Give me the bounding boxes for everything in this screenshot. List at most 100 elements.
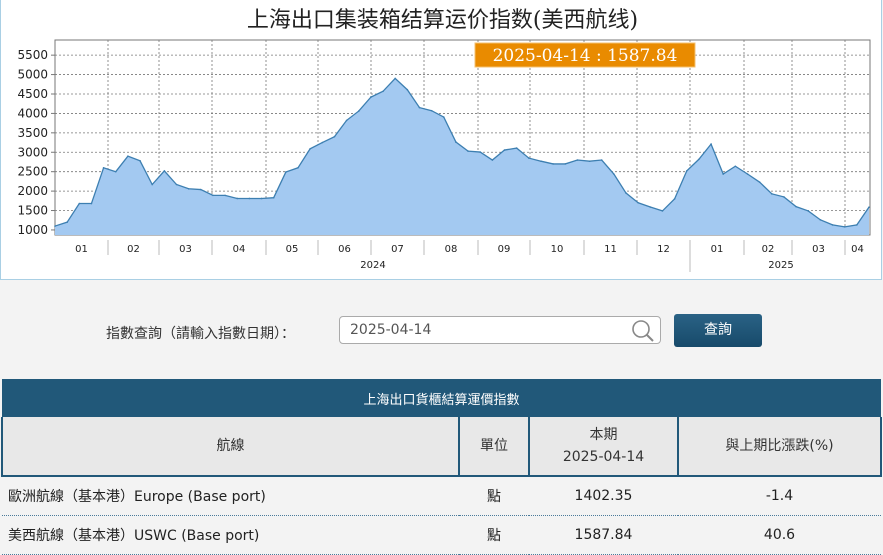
data-point: [272, 196, 275, 199]
data-point: [637, 201, 639, 204]
header-change: 與上期比漲跌(%): [677, 417, 882, 477]
data-point: [309, 147, 311, 150]
data-point: [357, 110, 360, 112]
y-tick-label: 2500: [17, 165, 48, 179]
month-label: 02: [762, 244, 775, 255]
data-point: [746, 173, 749, 175]
header-current: 本期 2025-04-14: [528, 417, 679, 477]
chart-panel: 上海出口集装箱结算运价指数(美西航线) 1000 1500 2000 2500 3000…: [0, 0, 882, 280]
data-point: [163, 170, 166, 172]
y-tick-label: 1000: [17, 223, 48, 237]
y-tick-label: 4000: [17, 106, 48, 120]
data-point: [819, 219, 822, 221]
year-label: 2024: [360, 260, 385, 271]
month-label: 07: [391, 244, 404, 255]
data-point: [78, 202, 81, 205]
data-point: [333, 135, 336, 138]
data-point: [224, 194, 226, 197]
y-tick-label: 5500: [17, 48, 48, 62]
data-point: [625, 192, 627, 194]
month-label: 06: [338, 244, 351, 255]
data-point: [114, 170, 117, 173]
data-point: [783, 196, 785, 198]
header-current-date: 2025-04-14: [562, 449, 645, 465]
data-point: [613, 173, 615, 175]
data-point: [710, 143, 712, 145]
month-label: 09: [498, 244, 511, 255]
data-point: [685, 170, 688, 172]
data-point: [199, 188, 202, 191]
data-point: [455, 141, 457, 143]
area-chart[interactable]: 1000 1500 2000 2500 3000 3500 4000 4500 5000 5500…: [1, 0, 881, 279]
data-point: [479, 151, 482, 153]
tooltip-text: 2025-04-14 : 1587.84: [493, 46, 678, 66]
data-point: [236, 197, 239, 200]
data-point: [843, 226, 846, 228]
data-point: [528, 157, 530, 159]
query-button[interactable]: 查詢: [674, 314, 762, 347]
data-point: [66, 221, 68, 223]
data-point: [722, 173, 725, 175]
query-label: 指數查詢（請輸入指數日期）：: [106, 326, 295, 342]
route-cell: 歐洲航線（基本港）Europe (Base port): [2, 476, 459, 516]
date-value: 2025-04-14: [350, 322, 432, 338]
table-row: 歐洲航線（基本港）Europe (Base port) 點 1402.35 -1…: [2, 476, 881, 516]
month-label: 04: [851, 244, 864, 255]
month-label: 03: [179, 244, 192, 255]
data-point: [382, 90, 384, 93]
data-point: [345, 119, 348, 122]
month-label: 02: [127, 244, 140, 255]
query-bar: 指數查詢（請輸入指數日期）： 2025-04-14 查詢: [0, 314, 883, 348]
data-point: [187, 187, 190, 190]
y-tick-label: 3500: [17, 126, 48, 140]
data-point: [673, 198, 676, 200]
data-point: [795, 205, 797, 208]
header-route: 航線: [1, 417, 460, 477]
data-point: [576, 159, 579, 161]
search-icon[interactable]: [630, 319, 656, 343]
index-table: 上海出口貨櫃結算運價指數 航線 單位 本期 2025-04-14 與上期比漲跌(%…: [1, 379, 882, 555]
data-point: [540, 160, 542, 162]
y-tick-label: 3000: [17, 145, 48, 159]
data-point: [151, 183, 153, 186]
data-point: [127, 155, 129, 157]
data-point: [515, 147, 518, 149]
month-label: 12: [657, 244, 670, 255]
month-label: 08: [445, 244, 458, 255]
data-point: [370, 96, 372, 98]
month-label: 10: [551, 244, 564, 255]
month-label: 01: [711, 244, 724, 255]
month-label: 05: [286, 244, 299, 255]
data-point: [758, 181, 761, 183]
data-point: [90, 202, 93, 205]
data-point: [552, 163, 554, 165]
table-caption: 上海出口貨櫃結算運價指數: [2, 379, 881, 417]
month-label: 11: [604, 244, 617, 255]
data-point: [661, 210, 664, 212]
data-point: [297, 166, 299, 169]
data-point: [430, 109, 433, 112]
data-point: [698, 158, 700, 161]
data-point: [588, 160, 591, 162]
data-point: [831, 224, 834, 226]
data-point: [212, 194, 214, 197]
data-point: [868, 206, 870, 208]
data-point: [503, 149, 506, 151]
data-point: [248, 197, 251, 200]
data-point: [54, 225, 56, 227]
data-point: [649, 206, 652, 208]
data-point: [807, 210, 810, 212]
data-point: [285, 171, 287, 173]
month-label: 01: [75, 244, 88, 255]
data-point: [442, 116, 445, 118]
data-point: [734, 165, 737, 168]
data-point: [491, 159, 494, 161]
data-point: [260, 197, 263, 200]
unit-cell: 點: [459, 476, 529, 516]
data-point: [321, 141, 324, 144]
data-point: [175, 183, 178, 186]
y-tick-label: 5000: [17, 68, 48, 82]
data-point: [856, 224, 858, 226]
date-input[interactable]: 2025-04-14: [339, 316, 661, 344]
data-point: [102, 166, 105, 169]
